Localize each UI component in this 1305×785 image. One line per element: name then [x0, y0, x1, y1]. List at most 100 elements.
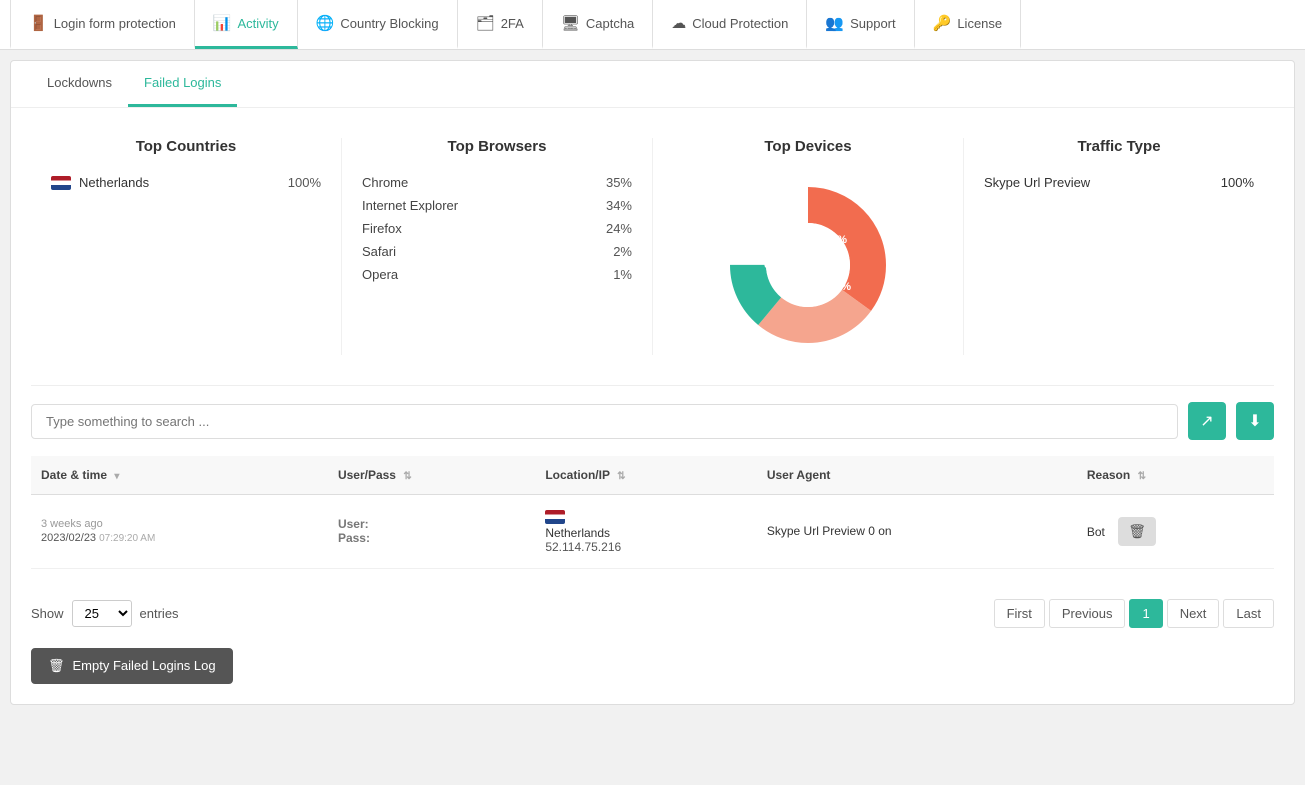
- country-name: Netherlands: [79, 175, 280, 190]
- table-header-row: Date & time ▾ User/Pass ⇅ Location/IP ⇅ …: [31, 456, 1274, 495]
- search-row: ↗ ⬇: [11, 386, 1294, 456]
- browser-pct: 1%: [613, 267, 632, 282]
- datetime: 2023/02/23 07:29:20 AM: [41, 532, 318, 544]
- delete-row-button[interactable]: 🗑: [1118, 517, 1156, 546]
- country-pct: 100%: [288, 175, 321, 190]
- page-last-button[interactable]: Last: [1223, 599, 1274, 628]
- tab-country[interactable]: 🌐 Country Blocking: [298, 0, 458, 49]
- tab-activity[interactable]: 📊 Activity: [195, 0, 298, 49]
- trash-icon: 🗑: [1128, 523, 1146, 539]
- pass-row: Pass:: [338, 531, 525, 545]
- sort-location-icon[interactable]: ⇅: [617, 471, 625, 482]
- nl-flag: [51, 176, 71, 190]
- browser-row: Firefox 24%: [362, 221, 632, 236]
- cell-useragent: Skype Url Preview 0 on: [757, 495, 1077, 569]
- cell-datetime: 3 weeks ago 2023/02/23 07:29:20 AM: [31, 495, 328, 569]
- subtab-failedlogins[interactable]: Failed Logins: [128, 61, 237, 107]
- cell-reason: Bot 🗑: [1077, 495, 1274, 569]
- pagination-row: Show 10 25 50 100 entries First Previous…: [11, 589, 1294, 638]
- support-icon: 👥: [825, 14, 844, 32]
- table-body: 3 weeks ago 2023/02/23 07:29:20 AM User:…: [31, 495, 1274, 569]
- browsers-list: Chrome35%Internet Explorer34%Firefox24%S…: [362, 175, 632, 282]
- country-icon: 🌐: [316, 14, 335, 32]
- pass-label: Pass:: [338, 531, 370, 545]
- download-button[interactable]: ⬇: [1236, 402, 1274, 440]
- tab-license[interactable]: 🔑 License: [915, 0, 1022, 49]
- tab-cloud[interactable]: ☁ Cloud Protection: [653, 0, 807, 49]
- license-icon: 🔑: [933, 14, 952, 32]
- user-row: User:: [338, 517, 525, 531]
- tab-login-label: Login form protection: [54, 16, 176, 31]
- tab-login[interactable]: 🚪 Login form protection: [10, 0, 195, 49]
- sort-reason-icon[interactable]: ⇅: [1138, 471, 1146, 482]
- th-datetime: Date & time ▾: [31, 456, 328, 495]
- tab-2fa[interactable]: 🗂 2FA: [458, 0, 543, 49]
- th-location: Location/IP ⇅: [535, 456, 757, 495]
- tab-license-label: License: [957, 16, 1002, 31]
- country-row: Netherlands 100%: [51, 175, 321, 190]
- browser-pct: 34%: [606, 198, 632, 213]
- th-useragent: User Agent: [757, 456, 1077, 495]
- tab-2fa-label: 2FA: [501, 16, 524, 31]
- browser-name: Safari: [362, 244, 396, 259]
- browser-pct: 24%: [606, 221, 632, 236]
- table-head: Date & time ▾ User/Pass ⇅ Location/IP ⇅ …: [31, 456, 1274, 495]
- page-previous-button[interactable]: Previous: [1049, 599, 1126, 628]
- activity-icon: 📊: [213, 14, 232, 32]
- nav-tabs: 🚪 Login form protection 📊 Activity 🌐 Cou…: [0, 0, 1305, 50]
- trash-log-icon: 🗑: [48, 658, 65, 674]
- subtab-lockdowns[interactable]: Lockdowns: [31, 61, 128, 107]
- traffic-row: Skype Url Preview 100%: [984, 175, 1254, 190]
- entries-label: entries: [140, 606, 179, 621]
- table-wrap: Date & time ▾ User/Pass ⇅ Location/IP ⇅ …: [11, 456, 1294, 589]
- top-countries-block: Top Countries Netherlands 100%: [31, 138, 342, 355]
- sub-tabs: Lockdowns Failed Logins: [11, 61, 1294, 108]
- page-first-button[interactable]: First: [994, 599, 1045, 628]
- footer-row: 🗑 Empty Failed Logins Log: [11, 638, 1294, 704]
- top-browsers-block: Top Browsers Chrome35%Internet Explorer3…: [342, 138, 653, 355]
- subtab-failedlogins-label: Failed Logins: [144, 75, 221, 90]
- th-reason: Reason ⇅: [1077, 456, 1274, 495]
- per-page-select[interactable]: 10 25 50 100: [72, 600, 132, 627]
- traffic-type-title: Traffic Type: [984, 138, 1254, 155]
- download-icon: ⬇: [1248, 411, 1261, 431]
- data-table: Date & time ▾ User/Pass ⇅ Location/IP ⇅ …: [31, 456, 1274, 569]
- browser-name: Opera: [362, 267, 398, 282]
- top-browsers-title: Top Browsers: [362, 138, 632, 155]
- svg-text:14%: 14%: [825, 234, 847, 246]
- show-entries: Show 10 25 50 100 entries: [31, 600, 179, 627]
- donut-chart: 60% 26% 14%: [673, 175, 943, 355]
- tab-captcha[interactable]: 🖥 Captcha: [543, 0, 653, 49]
- search-input[interactable]: [31, 404, 1178, 439]
- main-content: Lockdowns Failed Logins Top Countries Ne…: [10, 60, 1295, 705]
- table-row: 3 weeks ago 2023/02/23 07:29:20 AM User:…: [31, 495, 1274, 569]
- traffic-name: Skype Url Preview: [984, 175, 1090, 190]
- svg-text:26%: 26%: [829, 281, 851, 293]
- show-label: Show: [31, 606, 64, 621]
- stats-row: Top Countries Netherlands 100% Top Brows…: [11, 108, 1294, 385]
- location-flag: [545, 510, 565, 524]
- tab-support[interactable]: 👥 Support: [807, 0, 914, 49]
- browser-name: Internet Explorer: [362, 198, 458, 213]
- location-ip: 52.114.75.216: [545, 540, 747, 554]
- th-userpass: User/Pass ⇅: [328, 456, 535, 495]
- browser-row: Safari2%: [362, 244, 632, 259]
- page-next-button[interactable]: Next: [1167, 599, 1220, 628]
- sort-userpass-icon[interactable]: ⇅: [403, 471, 411, 482]
- pagination-controls: First Previous 1 Next Last: [994, 599, 1274, 628]
- export-button[interactable]: ↗: [1188, 402, 1226, 440]
- browser-row: Internet Explorer 34%: [362, 198, 632, 213]
- cell-location: Netherlands 52.114.75.216: [535, 495, 757, 569]
- page-1-button[interactable]: 1: [1129, 599, 1162, 628]
- svg-text:60%: 60%: [764, 259, 786, 271]
- cell-userpass: User: Pass:: [328, 495, 535, 569]
- empty-log-button[interactable]: 🗑 Empty Failed Logins Log: [31, 648, 233, 684]
- login-icon: 🚪: [29, 14, 48, 32]
- top-countries-title: Top Countries: [51, 138, 321, 155]
- tab-captcha-label: Captcha: [586, 16, 634, 31]
- sort-datetime-icon[interactable]: ▾: [114, 471, 119, 482]
- tab-activity-label: Activity: [238, 16, 279, 31]
- user-label: User:: [338, 517, 369, 531]
- browser-name: Chrome: [362, 175, 408, 190]
- browser-name: Firefox: [362, 221, 402, 236]
